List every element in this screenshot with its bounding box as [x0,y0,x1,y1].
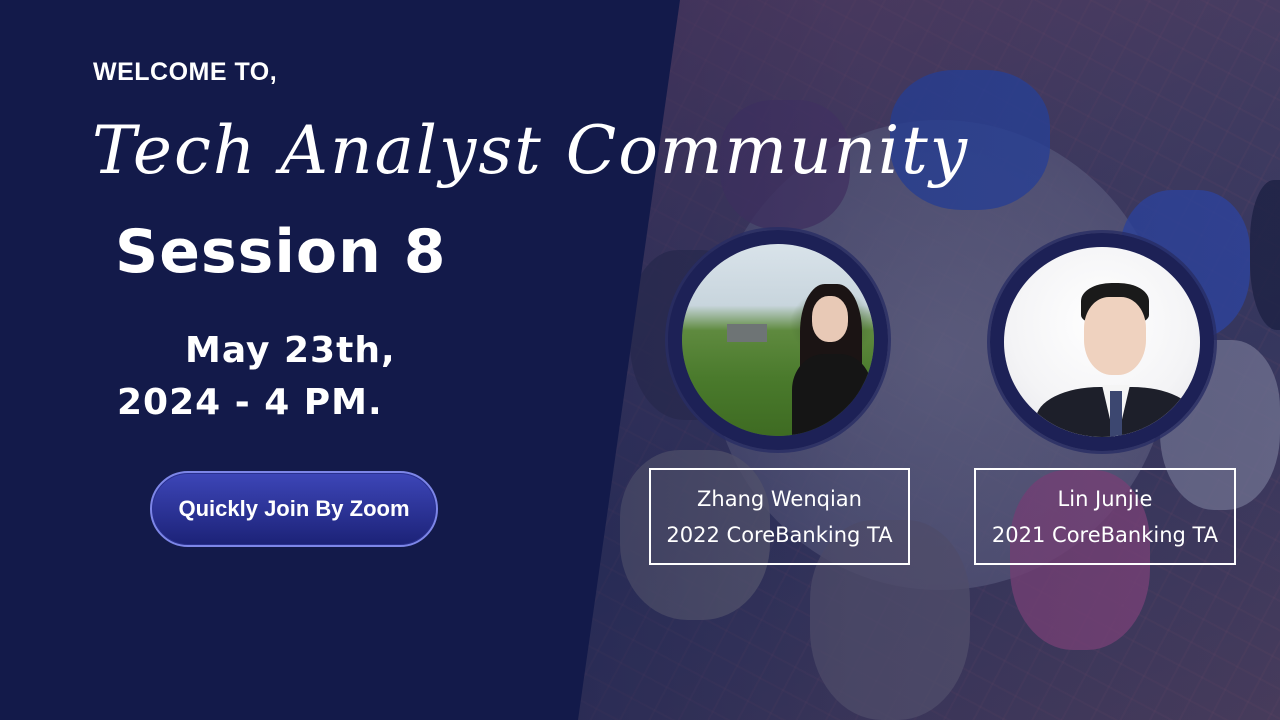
session-label: Session 8 [115,217,447,287]
join-zoom-button[interactable]: Quickly Join By Zoom [150,471,438,547]
photo-detail [792,354,872,436]
welcome-heading: WELCOME TO, [93,58,278,86]
speaker-name: Lin Junjie [1057,486,1153,511]
speaker-role: 2021 CoreBanking TA [991,522,1219,547]
photo-detail [1110,391,1122,437]
photo-detail [1084,297,1146,375]
photo-detail [812,296,848,342]
speaker-avatar-2 [990,233,1214,451]
speaker-avatar-1 [668,230,888,450]
event-time: 2024 - 4 PM. [117,382,383,423]
event-date: May 23th, [185,330,396,371]
speaker-role: 2022 CoreBanking TA [666,522,893,547]
photo-detail [727,324,767,342]
speaker-card-1: Zhang Wenqian 2022 CoreBanking TA [649,468,910,565]
speaker-photo [1004,247,1200,437]
speaker-name: Zhang Wenqian [697,486,862,511]
speaker-photo [682,244,874,436]
event-title: Tech Analyst Community [92,112,970,189]
speaker-card-2: Lin Junjie 2021 CoreBanking TA [974,468,1236,565]
